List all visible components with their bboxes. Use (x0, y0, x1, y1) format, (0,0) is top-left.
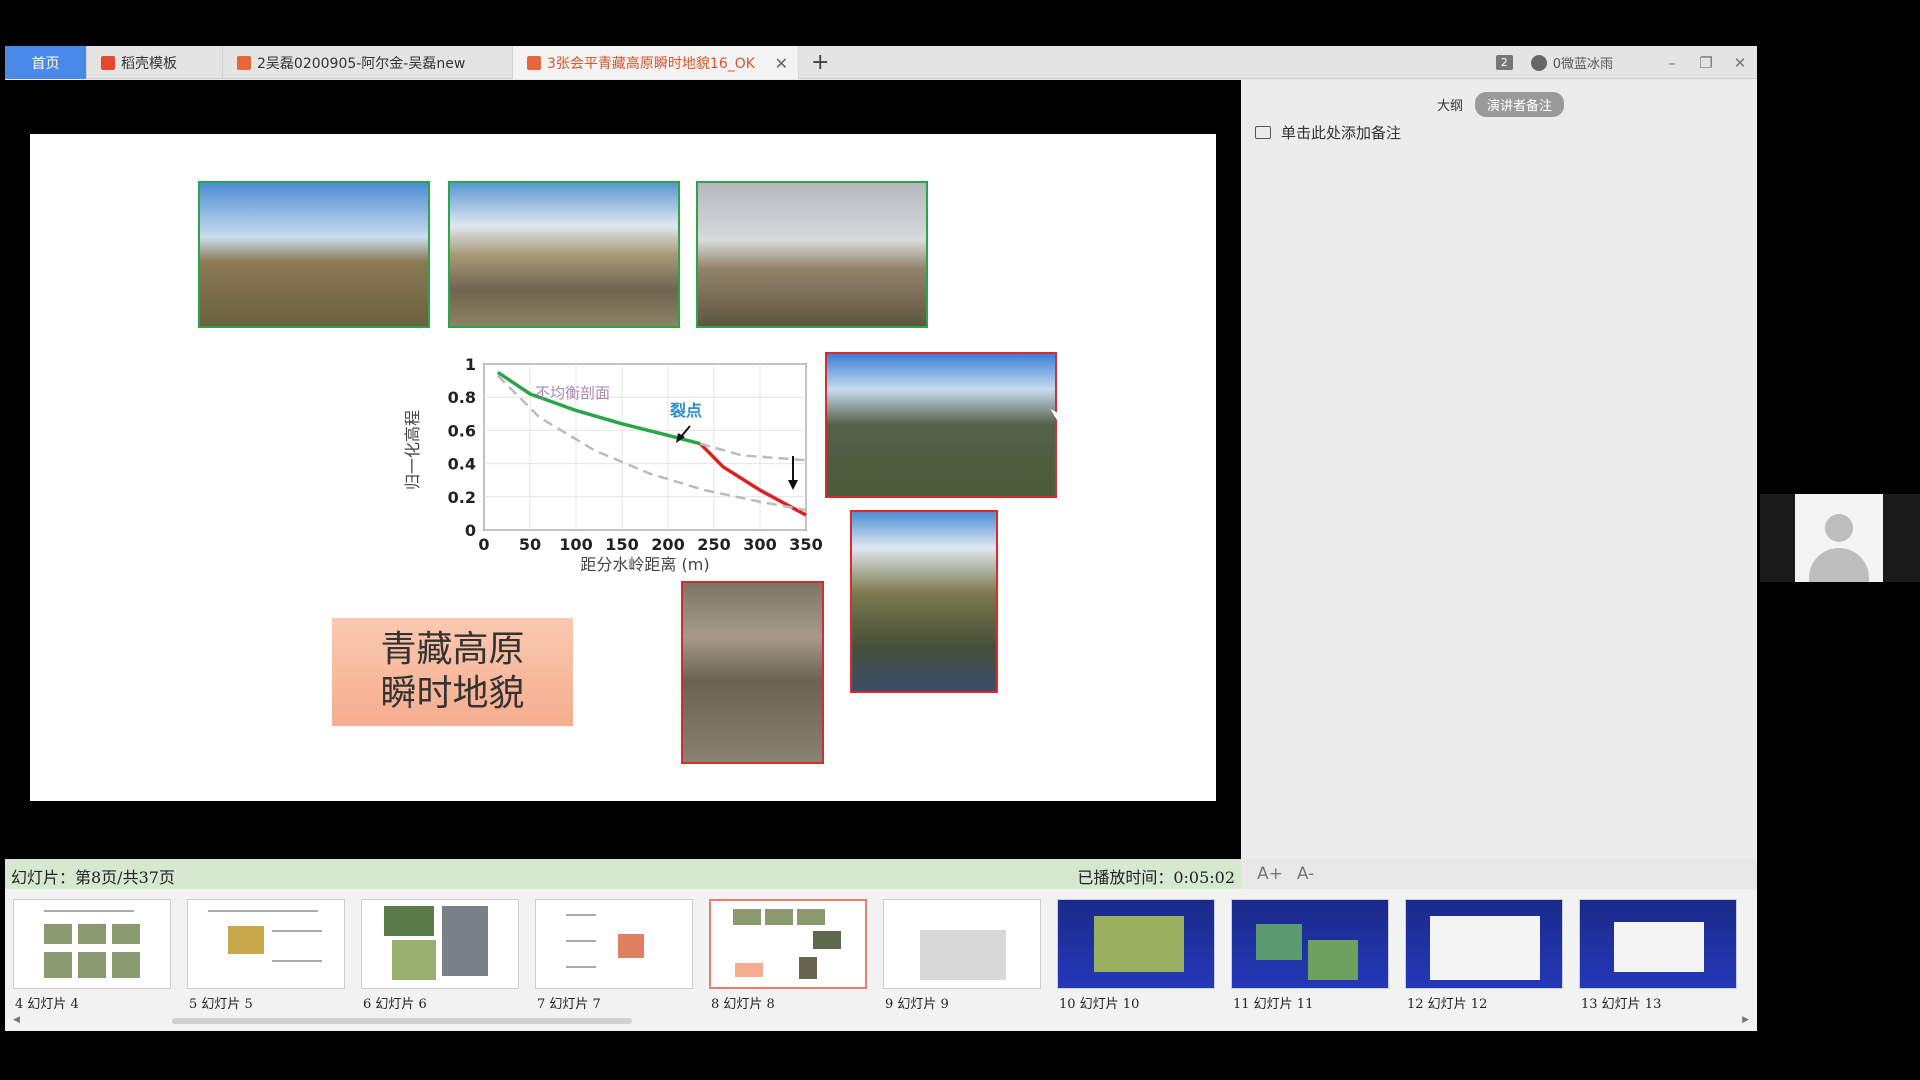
notes-panel: 大纲 演讲者备注 单击此处添加备注 (1241, 80, 1757, 859)
x-tick-label: 250 (697, 535, 730, 554)
ppt-icon (527, 55, 541, 70)
tab-speaker-notes[interactable]: 演讲者备注 (1475, 92, 1565, 117)
thumbnail-label: 12 幻灯片 12 (1407, 997, 1488, 1012)
thumbnail-label: 9 幻灯片 9 (885, 997, 949, 1012)
thumbnail-label: 7 幻灯片 7 (537, 997, 601, 1012)
tab-outline[interactable]: 大纲 (1437, 95, 1463, 114)
gorge-photo (850, 510, 998, 693)
participant-video-tile[interactable] (1795, 494, 1883, 582)
thumbnail-slide-12[interactable] (1405, 899, 1563, 989)
status-bar: 幻灯片：第8页/共37页 已播放时间：0:05:02 (5, 859, 1241, 889)
slide-title-line2: 瞬时地貌 (380, 673, 525, 714)
font-size-controls: A+ A- (1241, 859, 1757, 889)
slide-position: 幻灯片：第8页/共37页 (11, 868, 175, 887)
slide-title-box: 青藏高原 瞬时地貌 (332, 618, 573, 726)
x-tick-label: 200 (651, 535, 684, 554)
notes-tabs: 大纲 演讲者备注 (1437, 92, 1565, 117)
presenter-view: 首页 稻壳模板 2吴磊0200905-阿尔金-吴磊new 3张会平青藏高原瞬时地… (5, 46, 1757, 1031)
tab-label: 首页 (31, 55, 60, 72)
notes-icon (1255, 126, 1271, 139)
y-tick-label: 0.6 (448, 421, 476, 440)
y-tick-label: 0.8 (448, 388, 476, 407)
thumbnail-label: 10 幻灯片 10 (1059, 997, 1140, 1012)
x-tick-label: 50 (519, 535, 541, 554)
valley-photo (825, 352, 1057, 498)
thumbnail-slide-7[interactable] (535, 899, 693, 989)
slide-stage: 0 50 100 150 200 250 300 350 0 0.2 0.4 0.6 0.8 1 归一化… (5, 80, 1241, 859)
add-notes-area[interactable]: 单击此处添加备注 (1255, 122, 1401, 143)
avatar-placeholder-icon (1825, 514, 1853, 542)
tab-presentation-2[interactable]: 2吴磊0200905-阿尔金-吴磊new (223, 46, 513, 79)
y-tick-label: 0.2 (448, 488, 476, 507)
x-tick-label: 350 (789, 535, 822, 554)
thumbnail-slide-4[interactable] (13, 899, 171, 989)
landscape-photo (696, 181, 928, 328)
thumbnail-slide-11[interactable] (1231, 899, 1389, 989)
landscape-photo (448, 181, 680, 328)
y-tick-label: 0.4 (448, 455, 476, 474)
window-count-badge[interactable]: 2 (1495, 55, 1513, 70)
tab-label: 2吴磊0200905-阿尔金-吴磊new (257, 55, 466, 72)
close-tab-icon[interactable]: ✕ (775, 54, 788, 73)
tab-label: 3张会平青藏高原瞬时地貌16_OK (547, 55, 755, 72)
thumbnail-label: 13 幻灯片 13 (1581, 997, 1662, 1012)
user-name[interactable]: 0微蓝冰雨 (1553, 53, 1613, 72)
scroll-right-icon[interactable]: ▶ (1742, 1015, 1749, 1025)
thumbnail-slide-13[interactable] (1579, 899, 1737, 989)
thumbnail-strip: 4 幻灯片 4 5 幻灯片 5 6 幻灯片 6 7 幻灯片 7 8 幻灯片 8 … (5, 889, 1757, 1031)
user-avatar-icon[interactable] (1530, 54, 1547, 71)
x-tick-label: 300 (743, 535, 776, 554)
close-window-button[interactable]: ✕ (1723, 54, 1757, 72)
x-tick-label: 100 (559, 535, 592, 554)
thumbnail-label: 6 幻灯片 6 (363, 997, 427, 1012)
ppt-icon (237, 55, 251, 70)
annotation-unbalanced-profile: 不均衡剖面 (535, 384, 610, 402)
landscape-photo (198, 181, 430, 328)
elapsed-time: 已播放时间：0:05:02 (1077, 868, 1235, 887)
thumbnail-label: 8 幻灯片 8 (711, 997, 775, 1012)
restore-button[interactable]: ❐ (1689, 54, 1723, 72)
add-tab-button[interactable]: + (811, 50, 829, 75)
slide-title-line1: 青藏高原 (380, 629, 525, 670)
x-axis-label: 距分水岭距离 (m) (580, 555, 709, 574)
current-slide[interactable]: 0 50 100 150 200 250 300 350 0 0.2 0.4 0.6 0.8 1 归一化… (30, 134, 1216, 801)
scroll-left-icon[interactable]: ◀ (13, 1015, 20, 1025)
font-decrease-button[interactable]: A- (1297, 864, 1314, 884)
tab-presentation-3[interactable]: 3张会平青藏高原瞬时地貌16_OK ✕ (513, 46, 799, 79)
y-tick-label: 0 (465, 521, 476, 540)
plot-frame (483, 363, 807, 531)
tab-label: 稻壳模板 (121, 55, 177, 72)
tab-docer-templates[interactable]: 稻壳模板 (87, 46, 223, 79)
notes-placeholder: 单击此处添加备注 (1281, 124, 1402, 142)
x-tick-label: 150 (605, 535, 638, 554)
thumbnail-slide-5[interactable] (187, 899, 345, 989)
x-tick-label: 0 (478, 535, 489, 554)
thumbnail-slide-6[interactable] (361, 899, 519, 989)
river-profile-chart: 0 50 100 150 200 250 300 350 0 0.2 0.4 0.6 0.8 1 归一化… (403, 355, 823, 574)
avatar-body (1809, 548, 1869, 582)
thumbnail-label: 11 幻灯片 11 (1233, 997, 1314, 1012)
thumbnail-label: 5 幻灯片 5 (189, 997, 253, 1012)
canyon-photo (681, 581, 824, 764)
annotation-knickpoint: 裂点 (669, 401, 702, 420)
minimize-button[interactable]: – (1655, 54, 1689, 72)
thumbnail-label: 4 幻灯片 4 (15, 997, 79, 1012)
tab-home[interactable]: 首页 (5, 46, 87, 79)
docer-icon (101, 55, 115, 70)
window-controls: 2 0微蓝冰雨 – ❐ ✕ (1495, 46, 1757, 79)
thumbnail-slide-9[interactable] (883, 899, 1041, 989)
thumbnail-scrollbar[interactable]: ◀ ▶ (7, 1015, 1755, 1027)
thumbnail-slide-10[interactable] (1057, 899, 1215, 989)
scrollbar-thumb[interactable] (172, 1018, 632, 1024)
tab-bar: 首页 稻壳模板 2吴磊0200905-阿尔金-吴磊new 3张会平青藏高原瞬时地… (5, 46, 1757, 79)
thumbnail-slide-8[interactable] (709, 899, 867, 989)
font-increase-button[interactable]: A+ (1257, 864, 1283, 884)
y-tick-label: 1 (465, 355, 476, 374)
y-axis-label: 归一化高程 (403, 410, 422, 490)
